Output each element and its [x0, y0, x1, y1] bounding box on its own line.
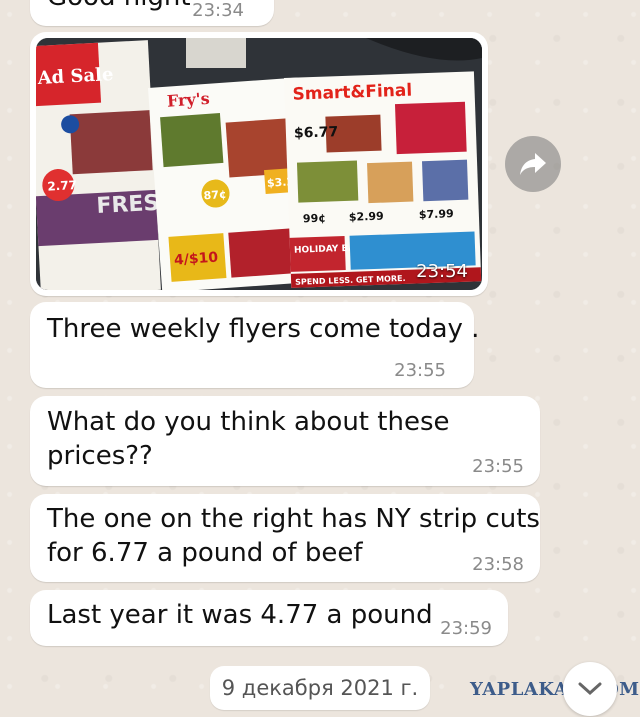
flyer-price-tag: 4/$10	[174, 250, 219, 269]
message-time: 23:54	[416, 261, 468, 282]
flyer-word: FRES	[96, 191, 160, 219]
scroll-down-button[interactable]	[563, 662, 617, 716]
flyer-price-tag: 99¢	[303, 212, 326, 226]
flyers-photo-image: 2.77 Ad Sale FRES Fry's 87¢ $3.27 4/$10	[36, 38, 482, 290]
flyer-price-tag: $7.99	[419, 207, 454, 221]
message-time: 23:55	[472, 456, 524, 477]
message-bubble[interactable]: What do you think about these prices?? 2…	[30, 396, 540, 486]
flyers-photo[interactable]: 2.77 Ad Sale FRES Fry's 87¢ $3.27 4/$10	[36, 38, 482, 290]
flyer-price-tag: 87¢	[203, 188, 227, 203]
message-bubble[interactable]: The one on the right has NY strip cuts f…	[30, 494, 540, 582]
flyer-logo: Smart&Final	[292, 81, 412, 105]
message-text: The one on the right has NY strip cuts f…	[47, 504, 540, 568]
message-time: 23:59	[440, 618, 492, 639]
message-bubble[interactable]: Good night 23:34	[30, 0, 274, 26]
message-text: What do you think about these prices??	[47, 407, 450, 471]
chevron-down-icon	[578, 682, 602, 696]
flyer-logo: Fry's	[166, 89, 210, 111]
message-bubble[interactable]: Last year it was 4.77 a pound 23:59	[30, 590, 508, 646]
message-time: 23:58	[472, 554, 524, 575]
photo-message-bubble[interactable]: 2.77 Ad Sale FRES Fry's 87¢ $3.27 4/$10	[30, 32, 488, 296]
message-text: Good night	[47, 0, 191, 14]
message-time: 23:34	[192, 0, 244, 21]
message-text: Last year it was 4.77 a pound	[47, 600, 433, 630]
message-bubble[interactable]: Three weekly flyers come today . 23:55	[30, 302, 479, 388]
flyer-price: $6.77	[294, 124, 339, 142]
forward-button[interactable]	[505, 136, 561, 192]
message-time: 23:55	[394, 360, 446, 381]
flyer-price-tag: 2.77	[47, 178, 77, 194]
forward-icon	[520, 153, 546, 175]
flyer-price-tag: $2.99	[349, 210, 384, 224]
flyer-banner: Ad Sale	[36, 64, 114, 89]
date-separator: 9 декабря 2021 г.	[210, 666, 430, 710]
message-text: Three weekly flyers come today .	[47, 314, 480, 344]
